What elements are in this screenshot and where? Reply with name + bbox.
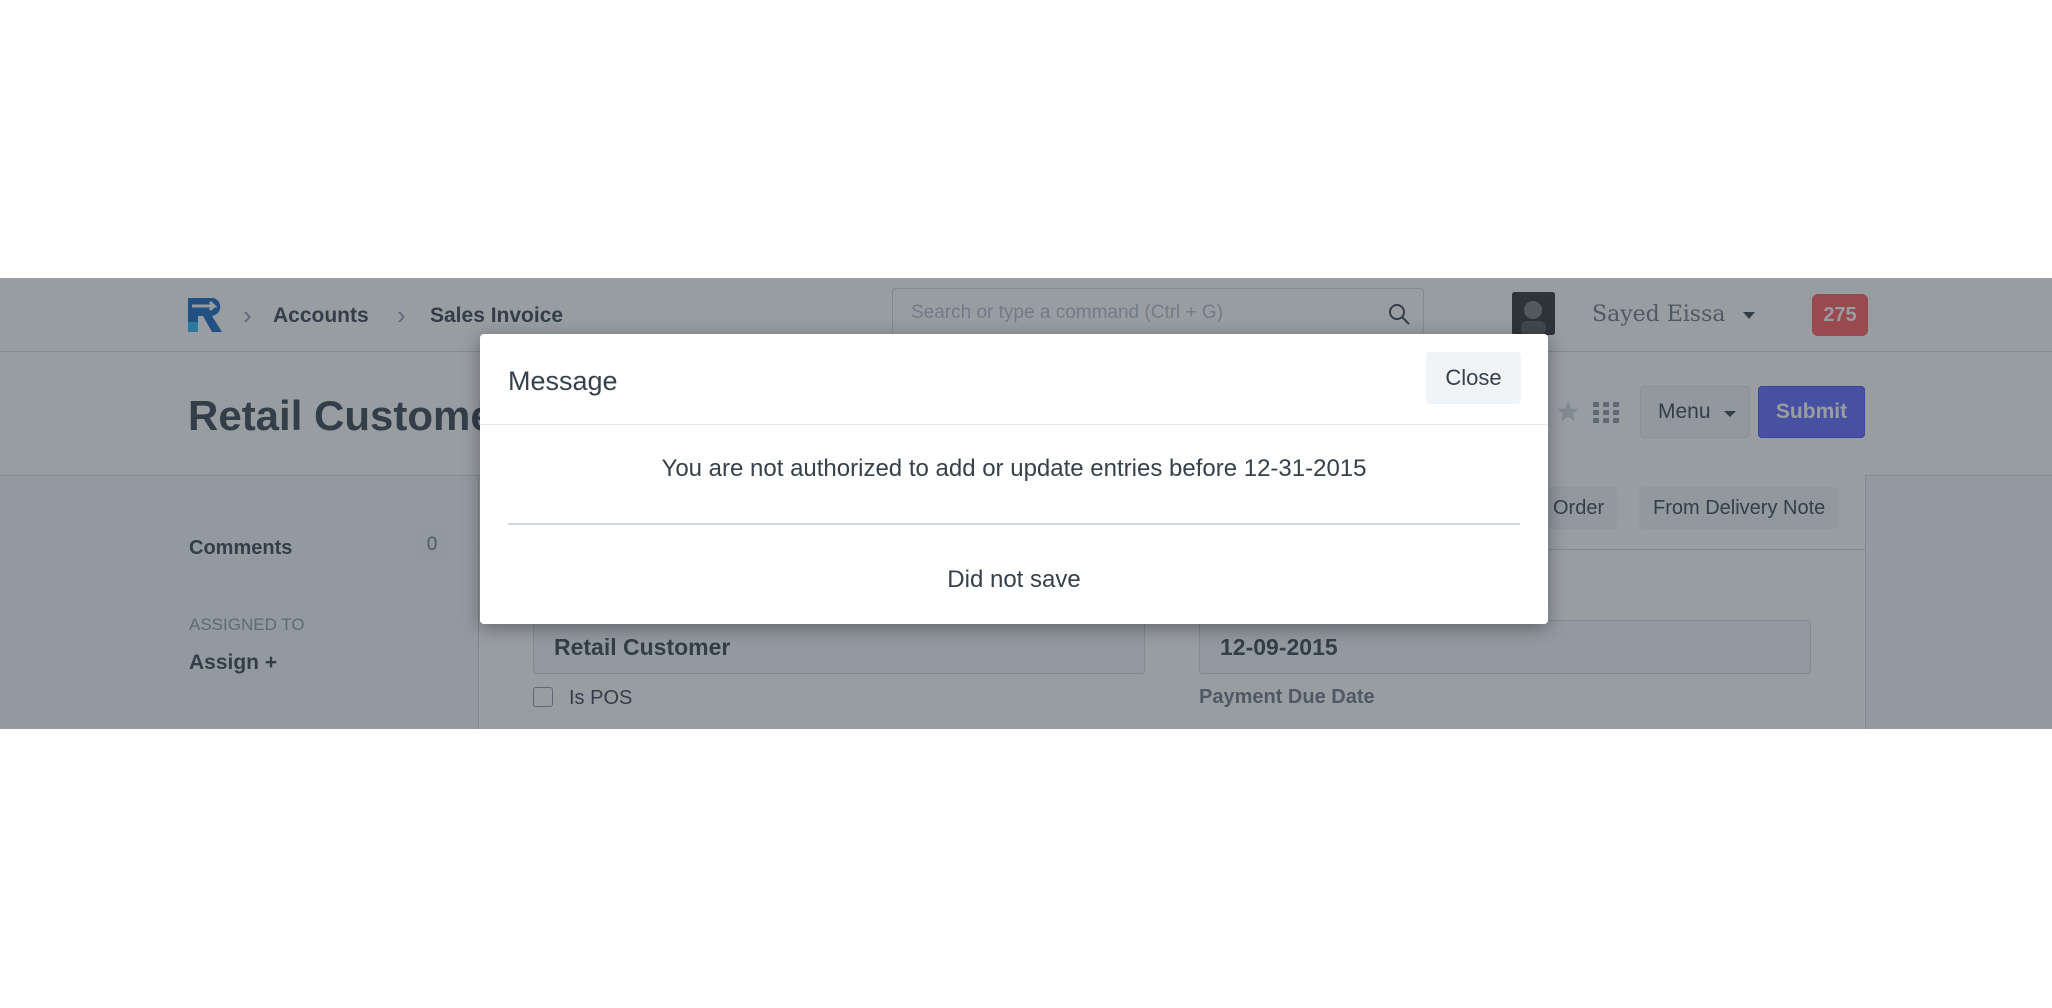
close-button[interactable]: Close <box>1426 352 1521 404</box>
dialog-divider <box>508 523 1520 525</box>
dialog-title: Message <box>508 366 618 396</box>
dialog-message: You are not authorized to add or update … <box>661 455 1367 482</box>
message-dialog: Message Close You are not authorized to … <box>480 334 1548 624</box>
dialog-sub-message: Did not save <box>947 566 1081 593</box>
dialog-header: Message Close <box>480 334 1548 425</box>
